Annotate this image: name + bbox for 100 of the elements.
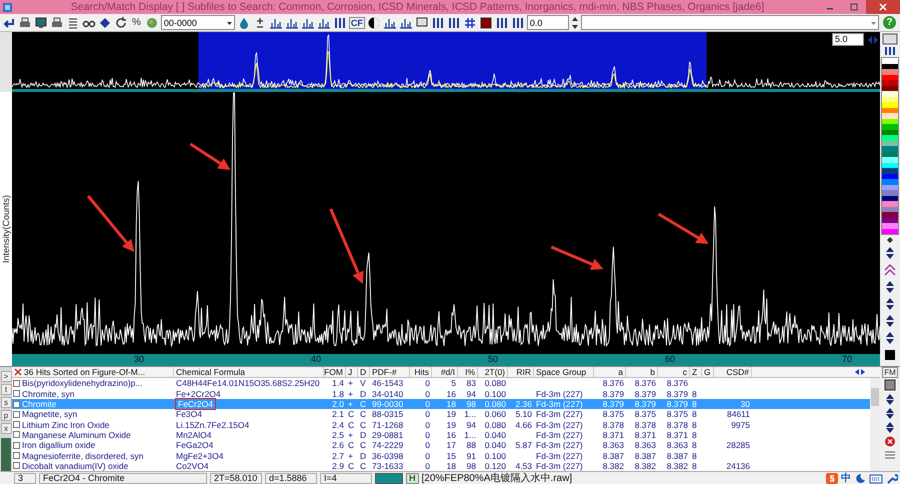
color-swatch[interactable] — [882, 118, 898, 124]
hit-row[interactable]: Dicobalt vanadium(IV) oxide Co2VO4 2.9 C C 73-1633 0 18 98 0.120 4.53 Fd-3m (227) 8.382 8.382 8.382 8 24136 — [12, 460, 870, 471]
color-swatch[interactable] — [882, 223, 898, 229]
side-button[interactable]: s — [0, 397, 12, 408]
column-header[interactable]: I% — [458, 367, 478, 378]
hit-list-header[interactable]: 36 Hits Sorted on Figure-Of-M... — [12, 367, 174, 378]
color-swatch[interactable] — [882, 69, 898, 75]
hit-row[interactable]: Manganese Aluminum Oxide Mn2AlO4 2.5 + D 29-0881 0 16 1... 0.040 Fd-3m (227) 8.371 8.371 8.371 8 — [12, 430, 870, 440]
s-logo-icon[interactable] — [826, 472, 838, 484]
color-swatch[interactable] — [882, 64, 898, 70]
fm-button[interactable]: FM — [882, 367, 898, 378]
bars-icon[interactable] — [332, 16, 347, 30]
diamond-icon[interactable] — [98, 16, 112, 30]
column-header[interactable]: J — [346, 367, 358, 378]
row-checkbox[interactable] — [13, 400, 20, 408]
search-combo-field[interactable] — [580, 15, 879, 30]
color-swatch[interactable] — [882, 80, 898, 86]
row-checkbox[interactable] — [13, 390, 20, 398]
hit-row[interactable]: Magnesioferrite, disordered, syn MgFe2+3O4 2.7 + D 36-0398 0 15 91 0.100 Fd-3m (227) 8.387 8.387 8.387 8 — [12, 450, 870, 461]
color-swatch[interactable] — [882, 218, 898, 224]
hash-icon[interactable] — [462, 16, 477, 30]
color-swatch[interactable] — [882, 152, 898, 158]
bars-icon[interactable] — [510, 16, 525, 30]
refresh-icon[interactable] — [114, 16, 128, 30]
color-swatch[interactable] — [882, 190, 898, 196]
column-header[interactable]: #d/I — [432, 367, 458, 378]
color-swatch[interactable] — [882, 58, 898, 64]
pattern-select[interactable]: 00-0000 — [160, 15, 235, 30]
hit-row[interactable]: Iron digallium oxide FeGa2O4 2.6 C C 74-2229 0 17 88 0.040 5.87 Fd-3m (227) 8.363 8.363 8.363 8 28285 — [12, 440, 870, 450]
color-swatch[interactable] — [882, 168, 898, 174]
wrench-icon[interactable] — [886, 472, 898, 484]
color-swatch[interactable] — [882, 124, 898, 130]
side-button[interactable]: x — [0, 423, 12, 434]
arrows-icon[interactable] — [854, 368, 866, 376]
column-header[interactable]: RIR — [508, 367, 534, 378]
hit-row[interactable]: Lithium Zinc Iron Oxide Li.15Zn.7Fe2.15O4 2.4 C C 71-1268 0 19 94 0.080 4.66 Fd-3m (227) 8.378 8.378 8.378 8 9975 — [12, 420, 870, 430]
color-swatch[interactable] — [882, 146, 898, 152]
color-swatch[interactable] — [882, 108, 898, 114]
close-icon[interactable] — [866, 0, 900, 14]
side-button[interactable]: t — [0, 384, 12, 396]
keyboard-icon[interactable] — [869, 472, 883, 484]
help-button[interactable]: ? — [883, 16, 896, 30]
column-header[interactable]: Hits — [410, 367, 432, 378]
offset-field[interactable]: 0.0 — [526, 15, 569, 30]
column-header[interactable]: 2T(0) — [478, 367, 508, 378]
row-checkbox[interactable] — [13, 380, 20, 387]
circle-icon[interactable] — [366, 16, 381, 30]
list-icon[interactable] — [66, 16, 80, 30]
scrollbar[interactable] — [870, 378, 880, 471]
color-swatch[interactable] — [882, 174, 898, 180]
bars-icon[interactable] — [494, 16, 509, 30]
color-swatch[interactable] — [882, 135, 898, 141]
cf-button[interactable]: CF — [348, 16, 365, 29]
row-checkbox[interactable] — [13, 462, 20, 470]
color-swatch[interactable] — [882, 74, 898, 80]
color-swatch[interactable] — [882, 102, 898, 108]
column-header[interactable]: Chemical Formula — [174, 367, 324, 378]
color-swatch[interactable] — [882, 96, 898, 102]
column-header[interactable]: PDF-# — [370, 367, 410, 378]
color-swatch[interactable] — [882, 162, 898, 168]
column-header[interactable]: CSD# — [714, 367, 752, 378]
side-button[interactable]: > — [0, 371, 12, 382]
hit-row[interactable]: Magnetite, syn Fe3O4 2.1 C C 88-0315 0 19 1... 0.060 5.10 Fd-3m (227) 8.375 8.375 8.375 8 84611 — [12, 409, 870, 420]
printer-icon[interactable] — [18, 16, 32, 30]
color-swatch[interactable] — [882, 157, 898, 163]
color-swatch[interactable] — [882, 212, 898, 218]
row-checkbox[interactable] — [13, 452, 20, 460]
color-swatch[interactable] — [882, 201, 898, 207]
zoom-range-region[interactable] — [198, 32, 707, 90]
column-header[interactable]: FOM — [324, 367, 346, 378]
color-swatch[interactable] — [882, 86, 898, 92]
square-icon[interactable] — [478, 16, 493, 30]
row-checkbox[interactable] — [13, 421, 20, 428]
hit-row[interactable]: Bis(pyridoxylidenehydrazino)p... C48H44Fe14.01N15O35.68S2.25H20 1.4 + V 46-1543 0 5 83 0.080 8.376 8.376 8.376 — [12, 378, 870, 389]
h-button[interactable]: H — [406, 472, 418, 484]
row-checkbox[interactable] — [13, 410, 20, 418]
color-swatch[interactable] — [882, 130, 898, 136]
percent-button[interactable]: % — [130, 17, 143, 28]
bars-icon[interactable] — [430, 16, 445, 30]
color-swatch[interactable] — [882, 91, 898, 97]
column-header[interactable]: Space Group — [534, 367, 594, 378]
column-header[interactable]: a — [594, 367, 626, 378]
toggle-switch[interactable] — [375, 472, 403, 484]
printer-icon[interactable] — [50, 16, 64, 30]
column-header[interactable]: D — [358, 367, 370, 378]
column-header[interactable]: G — [702, 367, 714, 378]
color-swatch[interactable] — [882, 140, 898, 146]
scale-field[interactable]: 5.0 — [832, 33, 864, 46]
moon-icon[interactable] — [854, 472, 866, 484]
column-header[interactable]: b — [626, 367, 658, 378]
close-icon[interactable] — [14, 368, 22, 376]
column-header[interactable]: c — [658, 367, 690, 378]
ime-mode-label[interactable]: 中 — [841, 471, 851, 484]
color-swatch[interactable] — [882, 113, 898, 119]
side-button[interactable]: p — [0, 410, 12, 422]
color-swatch[interactable] — [882, 179, 898, 185]
color-swatch[interactable] — [882, 196, 898, 202]
color-swatch[interactable] — [882, 184, 898, 190]
color-swatch[interactable] — [882, 206, 898, 212]
column-header[interactable]: Z — [690, 367, 702, 378]
